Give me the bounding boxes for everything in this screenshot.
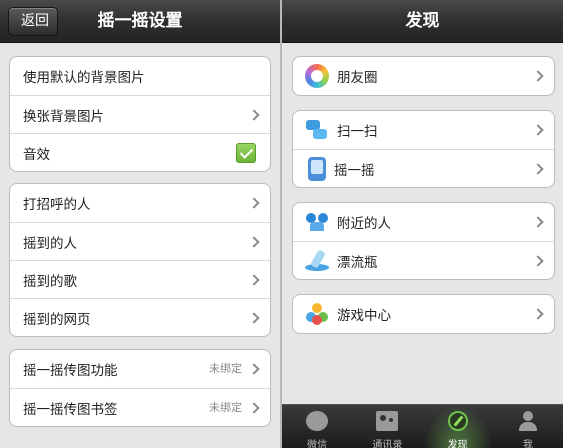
- discover-group-games: 游戏中心: [292, 294, 555, 334]
- page-title: 发现: [405, 11, 440, 31]
- shake-icon: [308, 156, 326, 181]
- row-label: 打招呼的人: [23, 197, 91, 213]
- row-label: 漂流瓶: [337, 254, 378, 271]
- nearby-people-icon: [305, 210, 329, 234]
- tab-chats[interactable]: 微信: [282, 405, 352, 448]
- chat-icon: [306, 411, 329, 431]
- tab-label: 微信: [307, 440, 328, 448]
- row-label: 附近的人: [337, 216, 391, 232]
- shake-settings-panel: 摇一摇设置 返回 使用默认的背景图片 换张背景图片 音效 打招呼的人 摇到的人 …: [0, 0, 280, 448]
- row-label: 使用默认的背景图片: [23, 70, 145, 86]
- discover-group-scan-shake: 扫一扫 摇一摇: [292, 110, 555, 188]
- row-label: 摇到的人: [23, 235, 77, 252]
- tab-discover[interactable]: 发现: [422, 405, 493, 448]
- contacts-icon: [376, 411, 399, 431]
- shaken-people-row[interactable]: 摇到的人: [10, 222, 270, 260]
- drift-bottle-icon: [305, 249, 329, 273]
- me-icon: [517, 411, 539, 431]
- greeted-people-row[interactable]: 打招呼的人: [10, 184, 270, 222]
- shaken-webpages-row[interactable]: 摇到的网页: [10, 298, 270, 336]
- settings-group-background: 使用默认的背景图片 换张背景图片 音效: [9, 56, 271, 172]
- shake-row[interactable]: 摇一摇: [293, 149, 554, 187]
- row-label: 摇一摇: [334, 162, 375, 179]
- row-label: 摇到的歌: [23, 273, 77, 290]
- discover-group-nearby-bottle: 附近的人 漂流瓶: [292, 202, 555, 280]
- binding-status: 未绑定: [209, 362, 242, 375]
- tab-contacts[interactable]: 通讯录: [352, 405, 422, 448]
- back-button[interactable]: 返回: [8, 7, 58, 36]
- tab-label: 通讯录: [372, 440, 403, 448]
- nearby-people-row[interactable]: 附近的人: [293, 203, 554, 241]
- settings-group-history: 打招呼的人 摇到的人 摇到的歌 摇到的网页: [9, 183, 271, 337]
- binding-status: 未绑定: [209, 401, 242, 414]
- tab-label: 我: [522, 440, 533, 448]
- row-label: 朋友圈: [337, 70, 378, 86]
- row-label: 换张背景图片: [23, 108, 104, 125]
- tab-label: 发现: [447, 440, 468, 448]
- bottom-tab-bar: 微信 通讯录 发现 我: [282, 404, 563, 448]
- use-default-background-row[interactable]: 使用默认的背景图片: [10, 57, 270, 95]
- discover-panel: 发现 朋友圈 扫一扫 摇一摇 附近的人 漂流瓶 游戏中心 微信 通讯录 发现 我: [282, 0, 563, 448]
- navigation-bar: 摇一摇设置 返回: [0, 0, 280, 43]
- tab-me[interactable]: 我: [493, 405, 563, 448]
- row-label: 游戏中心: [337, 308, 391, 324]
- drift-bottle-row[interactable]: 漂流瓶: [293, 241, 554, 279]
- game-center-row[interactable]: 游戏中心: [293, 295, 554, 333]
- settings-group-image-transfer: 摇一摇传图功能 未绑定 摇一摇传图书签 未绑定: [9, 349, 271, 427]
- image-transfer-function-row[interactable]: 摇一摇传图功能 未绑定: [10, 350, 270, 388]
- game-center-icon: [305, 302, 329, 326]
- moments-row[interactable]: 朋友圈: [293, 57, 554, 95]
- image-transfer-bookmark-row[interactable]: 摇一摇传图书签 未绑定: [10, 388, 270, 426]
- moments-icon: [305, 64, 329, 88]
- sound-effect-checkbox[interactable]: [236, 143, 256, 163]
- change-background-row[interactable]: 换张背景图片: [10, 95, 270, 133]
- row-label: 摇到的网页: [23, 311, 91, 328]
- scan-row[interactable]: 扫一扫: [293, 111, 554, 149]
- shaken-songs-row[interactable]: 摇到的歌: [10, 260, 270, 298]
- row-label: 音效: [23, 146, 50, 163]
- discover-group-moments: 朋友圈: [292, 56, 555, 96]
- sound-effect-row[interactable]: 音效: [10, 133, 270, 171]
- row-label: 扫一扫: [337, 124, 378, 140]
- navigation-bar: 发现: [282, 0, 563, 43]
- discover-icon: [447, 411, 468, 431]
- scan-icon: [305, 118, 329, 142]
